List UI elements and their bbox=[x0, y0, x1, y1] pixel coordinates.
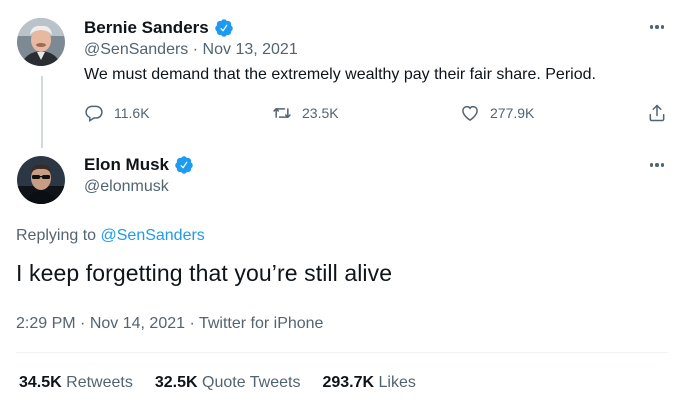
reply-tweet-text: I keep forgetting that you’re still aliv… bbox=[16, 260, 393, 286]
reply-time: 2:29 PM bbox=[16, 315, 76, 332]
replying-to-handle-link[interactable]: @SenSanders bbox=[101, 227, 205, 244]
original-author-row: Bernie Sanders bbox=[84, 18, 234, 38]
reply-time-link[interactable]: 2:29 PM · Nov 14, 2021 bbox=[16, 315, 185, 332]
verified-badge-icon bbox=[174, 155, 194, 175]
original-date[interactable]: Nov 13, 2021 bbox=[203, 41, 298, 58]
original-author-name[interactable]: Bernie Sanders bbox=[84, 18, 209, 38]
original-handle-date: @SenSanders · Nov 13, 2021 bbox=[84, 41, 298, 59]
retweets-count: 34.5K bbox=[19, 374, 62, 391]
original-more-options-icon[interactable] bbox=[646, 17, 668, 37]
replying-to-line: Replying to @SenSanders bbox=[16, 227, 205, 245]
reply-author-name[interactable]: Elon Musk bbox=[84, 155, 169, 175]
reply-button[interactable]: 11.6K bbox=[84, 103, 150, 123]
quote-tweets-stat[interactable]: 32.5K Quote Tweets bbox=[155, 374, 301, 392]
verified-badge-icon bbox=[214, 18, 234, 38]
reply-meta-line: 2:29 PM · Nov 14, 2021 · Twitter for iPh… bbox=[16, 315, 323, 333]
heart-icon bbox=[462, 105, 478, 121]
quote-tweets-count: 32.5K bbox=[154, 374, 198, 391]
like-button[interactable]: 277.9K bbox=[460, 103, 534, 123]
separator-dot: · bbox=[80, 315, 86, 332]
quote-tweets-label: Quote Tweets bbox=[202, 374, 301, 391]
separator-dot: · bbox=[189, 315, 195, 332]
thread-connector-line bbox=[41, 76, 43, 148]
reply-date: Nov 14, 2021 bbox=[89, 315, 186, 332]
reply-more-options-icon[interactable] bbox=[646, 155, 668, 175]
retweets-label: Retweets bbox=[66, 374, 133, 391]
retweet-button[interactable]: 23.5K bbox=[272, 103, 339, 123]
source-link[interactable]: Twitter for iPhone bbox=[199, 315, 324, 332]
retweet-count: 23.5K bbox=[302, 105, 339, 121]
divider bbox=[16, 352, 668, 353]
engagement-stats: 34.5K Retweets 32.5K Quote Tweets 293.7K… bbox=[19, 374, 416, 392]
share-icon[interactable] bbox=[647, 103, 667, 123]
reply-count: 11.6K bbox=[114, 105, 150, 121]
separator-dot: · bbox=[192, 41, 199, 58]
likes-label: Likes bbox=[378, 374, 416, 391]
likes-count: 293.7K bbox=[322, 374, 375, 391]
original-tweet-text: We must demand that the extremely wealth… bbox=[84, 66, 596, 83]
retweet-icon bbox=[273, 108, 291, 118]
retweets-stat[interactable]: 34.5K Retweets bbox=[19, 374, 133, 392]
reply-handle[interactable]: @elonmusk bbox=[84, 178, 169, 196]
reply-author-row: Elon Musk bbox=[84, 155, 194, 175]
bernie-sanders-avatar[interactable] bbox=[17, 18, 65, 66]
likes-stat[interactable]: 293.7K Likes bbox=[322, 374, 415, 392]
replying-to-prefix: Replying to bbox=[16, 227, 97, 244]
reply-icon bbox=[85, 105, 103, 123]
elon-musk-avatar[interactable] bbox=[17, 156, 65, 204]
like-count: 277.9K bbox=[490, 105, 535, 121]
original-handle[interactable]: @SenSanders bbox=[84, 41, 188, 58]
